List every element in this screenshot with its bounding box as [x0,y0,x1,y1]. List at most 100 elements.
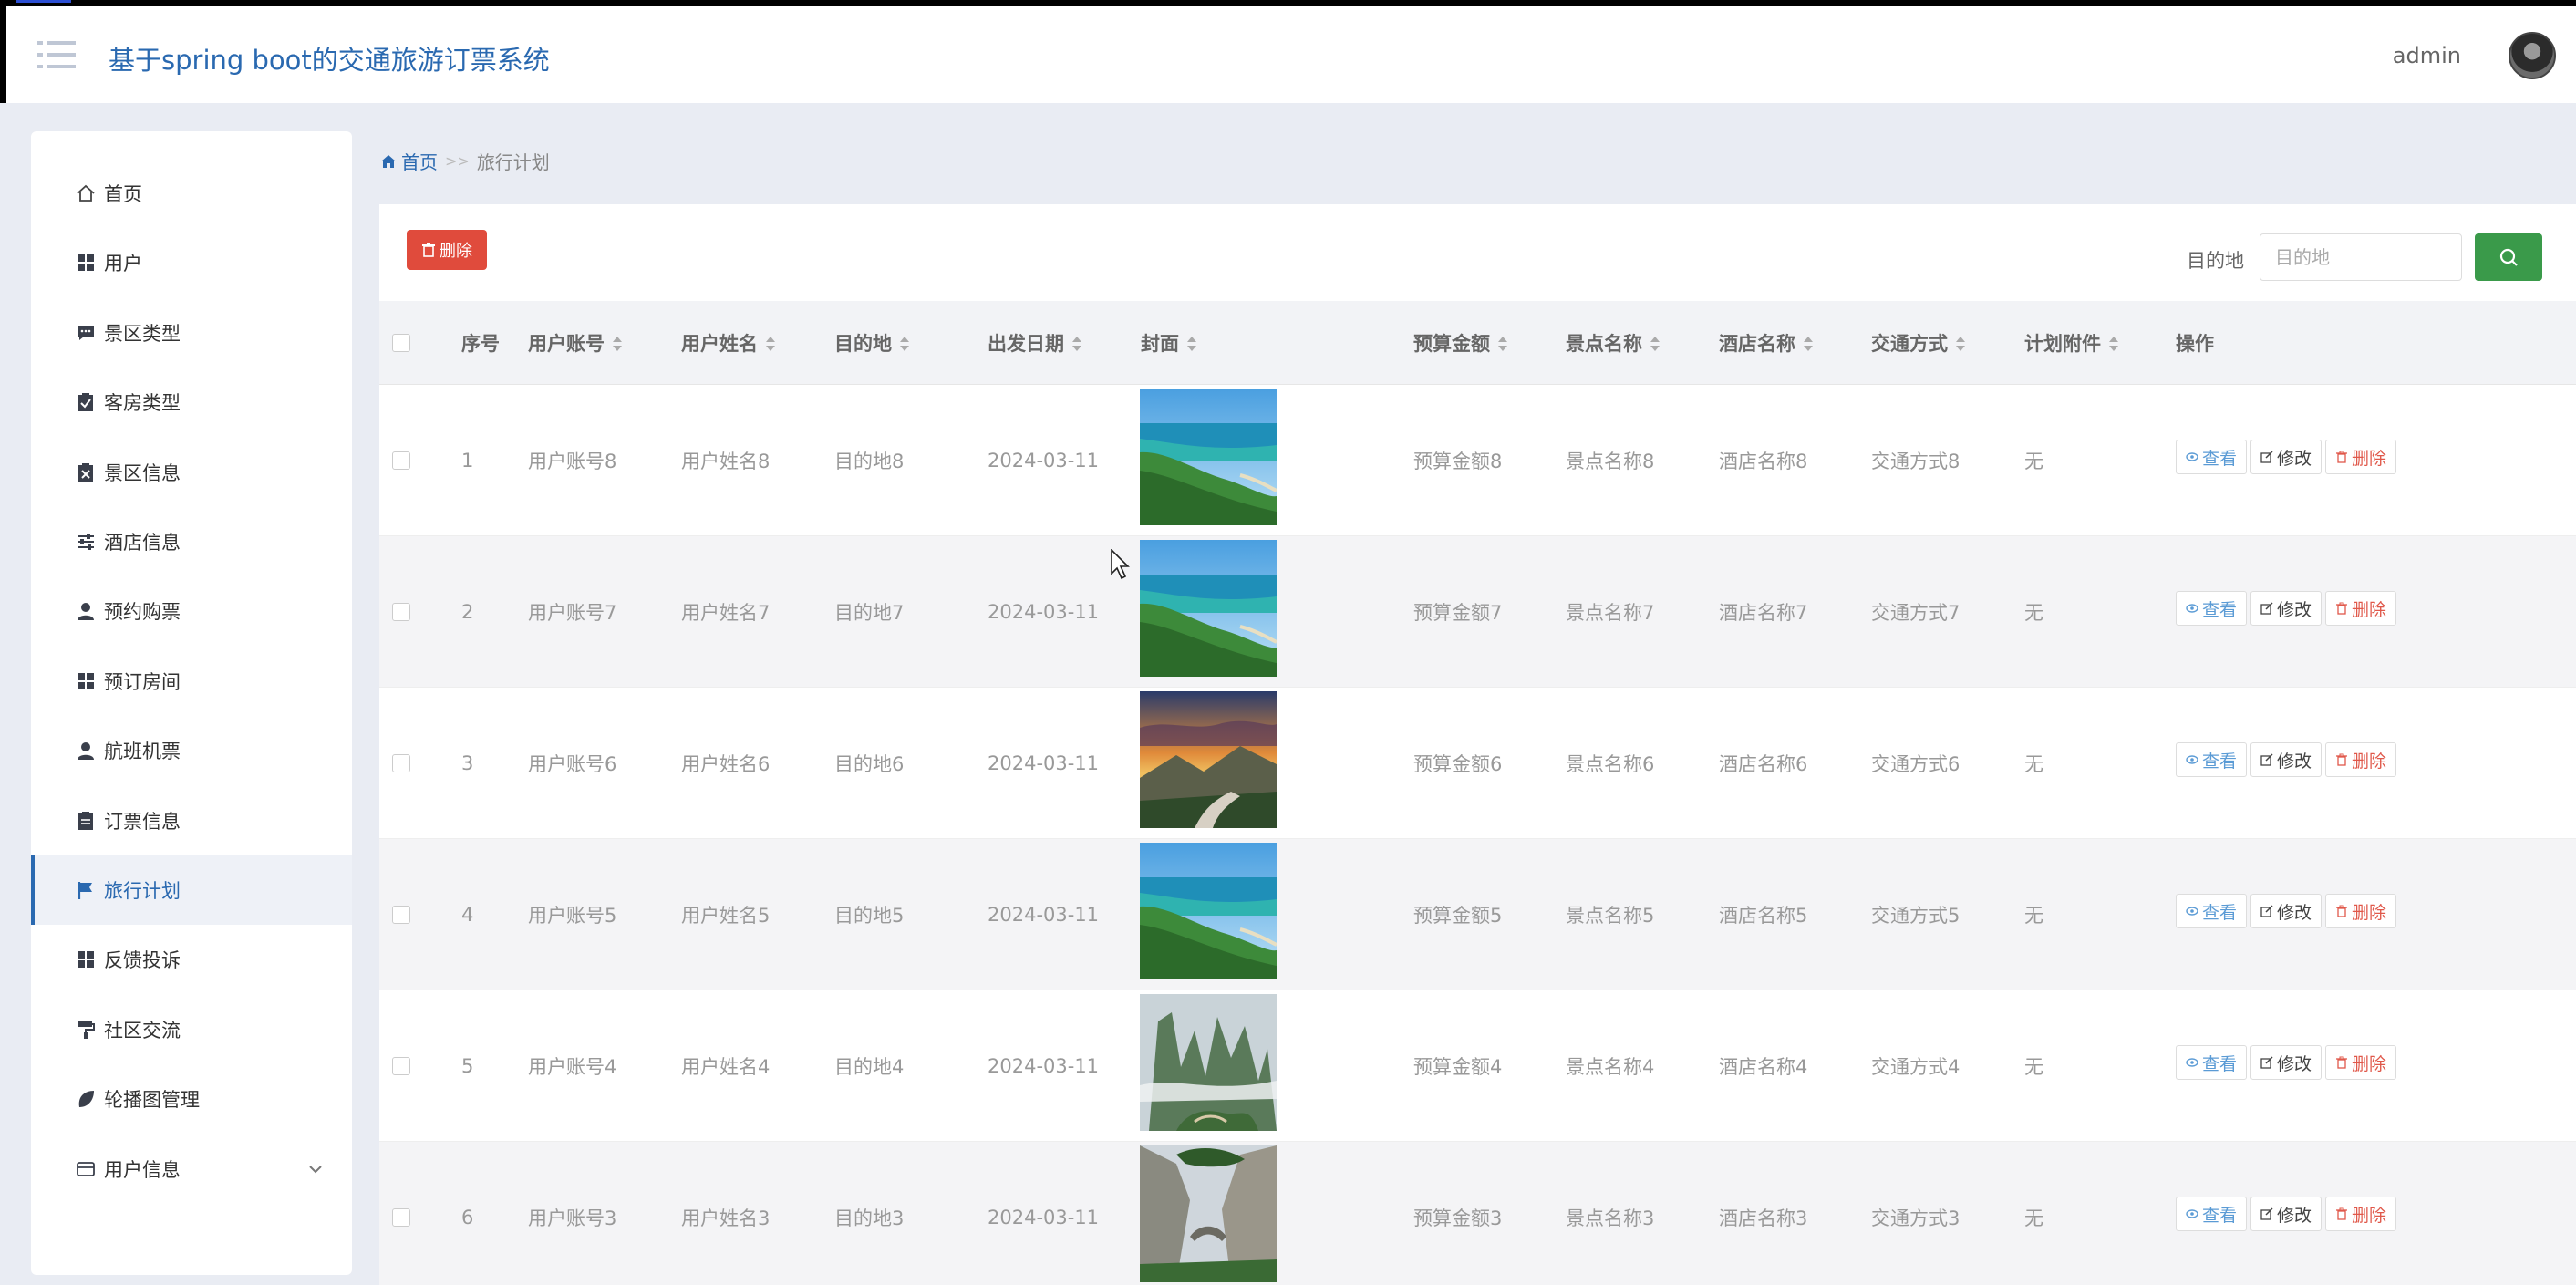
column-header-label: 目的地 [834,333,892,355]
delete-button-label: 删除 [2352,902,2387,923]
row-checkbox[interactable] [392,990,410,1142]
trash-icon [422,243,435,257]
sort-icon[interactable] [1803,335,1814,351]
sidebar-item[interactable]: 社区交流 [31,995,352,1064]
cell-index: 3 [461,752,474,774]
search-icon [2499,248,2518,266]
breadcrumb-separator: >> [445,152,470,170]
row-actions: 查看 修改 删除 [2176,1045,2397,1080]
cover-image[interactable] [1140,691,1277,828]
edit-button-label: 修改 [2277,1205,2312,1226]
cell-budget: 预算金额7 [1413,602,1503,624]
delete-button-label: 删除 [2352,1053,2387,1074]
sidebar-item[interactable]: 订票信息 [31,786,352,855]
clipboard-check-icon [75,391,97,413]
cell-name: 用户姓名6 [681,753,771,775]
edit-button[interactable]: 修改 [2250,1045,2323,1080]
cell-transport: 交通方式8 [1871,451,1960,472]
edit-button[interactable]: 修改 [2250,591,2323,626]
sort-icon[interactable] [899,335,910,351]
cover-image[interactable] [1140,994,1277,1131]
trash-icon [2335,1207,2352,1220]
sidebar-item[interactable]: 用户 [31,228,352,297]
sort-icon[interactable] [1071,335,1082,351]
row-checkbox[interactable] [392,1142,410,1285]
edit-button[interactable]: 修改 [2250,440,2323,474]
cover-image[interactable] [1140,843,1277,979]
delete-button[interactable]: 删除 [2325,440,2397,474]
sidebar-item[interactable]: 酒店信息 [31,507,352,576]
sort-icon[interactable] [1650,335,1660,351]
search-button[interactable] [2475,233,2542,281]
delete-button[interactable]: 删除 [2325,894,2397,928]
app-title: 基于spring boot的交通旅游订票系统 [109,45,550,76]
edit-button-label: 修改 [2277,751,2312,772]
sort-icon[interactable] [765,335,776,351]
sidebar: 首页 用户 景区类型 客房类型 景区信息 酒店信息 预约购票 预订房间航班机票订票信息 旅行计划… [31,131,352,1275]
view-button[interactable]: 查看 [2176,894,2248,928]
column-header-label: 用户姓名 [681,333,758,355]
sidebar-item[interactable]: 预约购票 [31,576,352,646]
delete-button[interactable]: 删除 [2325,1197,2397,1231]
row-checkbox[interactable] [392,385,410,536]
view-button[interactable]: 查看 [2176,1197,2248,1231]
delete-button[interactable]: 删除 [2325,1045,2397,1080]
destination-search-input[interactable] [2260,233,2462,281]
sort-icon[interactable] [612,335,623,351]
cell-budget: 预算金额4 [1413,1056,1503,1078]
row-checkbox[interactable] [392,839,410,990]
sidebar-item[interactable]: 旅行计划 [31,855,352,925]
column-header: 目的地 [834,301,910,385]
sidebar-item-label: 航班机票 [104,741,181,763]
cell-budget: 预算金额3 [1413,1207,1503,1229]
grid-icon [75,948,97,970]
delete-button-label: 删除 [2352,751,2387,772]
edit-button[interactable]: 修改 [2250,742,2323,777]
menu-toggle-icon[interactable] [37,39,76,70]
sort-icon[interactable] [1955,335,1966,351]
trash-icon [2335,451,2352,463]
cell-account: 用户账号3 [528,1207,617,1229]
sidebar-item[interactable]: 反馈投诉 [31,925,352,994]
cover-image[interactable] [1140,1145,1277,1282]
row-checkbox[interactable] [392,688,410,839]
delete-button[interactable]: 删除 [2325,742,2397,777]
view-button[interactable]: 查看 [2176,1045,2248,1080]
sliders-icon [75,531,97,553]
sidebar-item[interactable]: 航班机票 [31,716,352,785]
view-button[interactable]: 查看 [2176,440,2248,474]
sidebar-item[interactable]: 轮播图管理 [31,1064,352,1134]
cell-destination: 目的地5 [834,905,905,927]
breadcrumb-home[interactable]: 首页 [379,148,438,174]
sidebar-item[interactable]: 景区类型 [31,298,352,368]
batch-delete-button[interactable]: 删除 [407,230,487,270]
select-all-checkbox[interactable] [392,301,410,385]
table-row: 4 用户账号5 用户姓名5 目的地5 2024-03-11 预算金额5 景点名称5 酒店名称5… [379,839,2576,990]
sort-icon[interactable] [2108,335,2119,351]
chevron-down-icon[interactable] [306,1160,325,1178]
delete-button[interactable]: 删除 [2325,591,2397,626]
cell-name: 用户姓名4 [681,1056,771,1078]
sidebar-item[interactable]: 客房类型 [31,368,352,437]
row-checkbox[interactable] [392,536,410,688]
edit-button[interactable]: 修改 [2250,894,2323,928]
cover-image[interactable] [1140,389,1277,525]
sort-icon[interactable] [1497,335,1508,351]
column-header-label: 封面 [1141,333,1179,355]
sidebar-item[interactable]: 用户信息 [31,1135,352,1204]
cover-image[interactable] [1140,540,1277,677]
sidebar-item[interactable]: 预订房间 [31,647,352,716]
cell-date: 2024-03-11 [988,904,1100,926]
view-button[interactable]: 查看 [2176,591,2248,626]
user-name[interactable]: admin [2393,43,2461,68]
sidebar-item[interactable]: 景区信息 [31,438,352,507]
sidebar-item-label: 社区交流 [104,1019,181,1041]
cell-name: 用户姓名5 [681,905,771,927]
view-button[interactable]: 查看 [2176,742,2248,777]
cell-destination: 目的地7 [834,602,905,624]
avatar[interactable] [2509,32,2556,79]
edit-button[interactable]: 修改 [2250,1197,2323,1231]
column-header: 交通方式 [1871,301,1966,385]
sidebar-item[interactable]: 首页 [31,159,352,228]
sort-icon[interactable] [1186,335,1197,351]
